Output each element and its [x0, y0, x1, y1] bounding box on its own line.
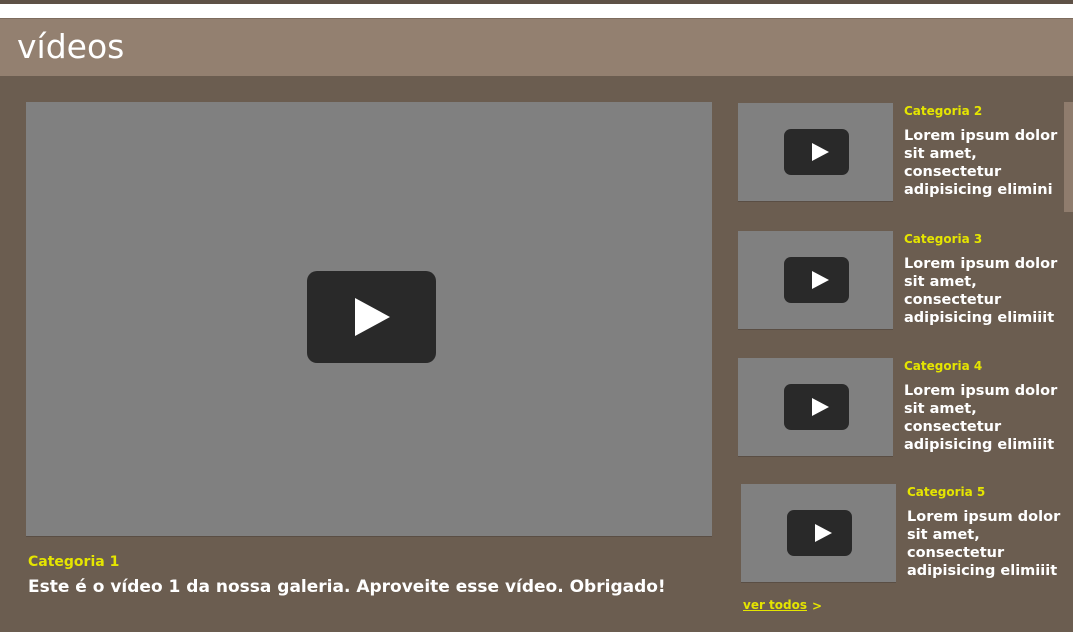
video-description: Lorem ipsum dolor sit amet, consectetur … [904, 128, 1058, 198]
video-thumbnail[interactable] [738, 358, 893, 456]
video-category[interactable]: Categoria 5 [907, 484, 985, 500]
main-video-title: Este é o vídeo 1 da nossa galeria. Aprov… [28, 577, 666, 597]
main-video-category[interactable]: Categoria 1 [28, 553, 119, 571]
video-category[interactable]: Categoria 2 [904, 103, 982, 119]
main-video-player[interactable] [26, 102, 712, 536]
play-button[interactable] [784, 384, 849, 430]
video-category[interactable]: Categoria 4 [904, 358, 982, 374]
video-thumbnail[interactable] [738, 231, 893, 329]
play-icon [815, 524, 832, 542]
play-button[interactable] [784, 129, 849, 175]
video-category[interactable]: Categoria 3 [904, 231, 982, 247]
play-icon [355, 298, 390, 336]
see-all-link[interactable]: ver todos [743, 597, 807, 613]
video-description: Lorem ipsum dolor sit amet, consectetur … [904, 256, 1058, 326]
play-button[interactable] [787, 510, 852, 556]
scrollbar-thumb[interactable] [1064, 102, 1073, 212]
chevron-right-icon[interactable]: > [812, 598, 822, 614]
top-stripe [0, 0, 1073, 4]
video-thumbnail[interactable] [738, 103, 893, 201]
play-icon [812, 398, 829, 416]
page-title: vídeos [17, 27, 125, 66]
video-thumbnail[interactable] [741, 484, 896, 582]
play-icon [812, 271, 829, 289]
play-button[interactable] [784, 257, 849, 303]
play-button[interactable] [307, 271, 436, 363]
play-icon [812, 143, 829, 161]
top-bar [0, 0, 1073, 18]
video-description: Lorem ipsum dolor sit amet, consectetur … [907, 509, 1061, 579]
section-header: vídeos [0, 18, 1073, 76]
video-description: Lorem ipsum dolor sit amet, consectetur … [904, 383, 1058, 453]
